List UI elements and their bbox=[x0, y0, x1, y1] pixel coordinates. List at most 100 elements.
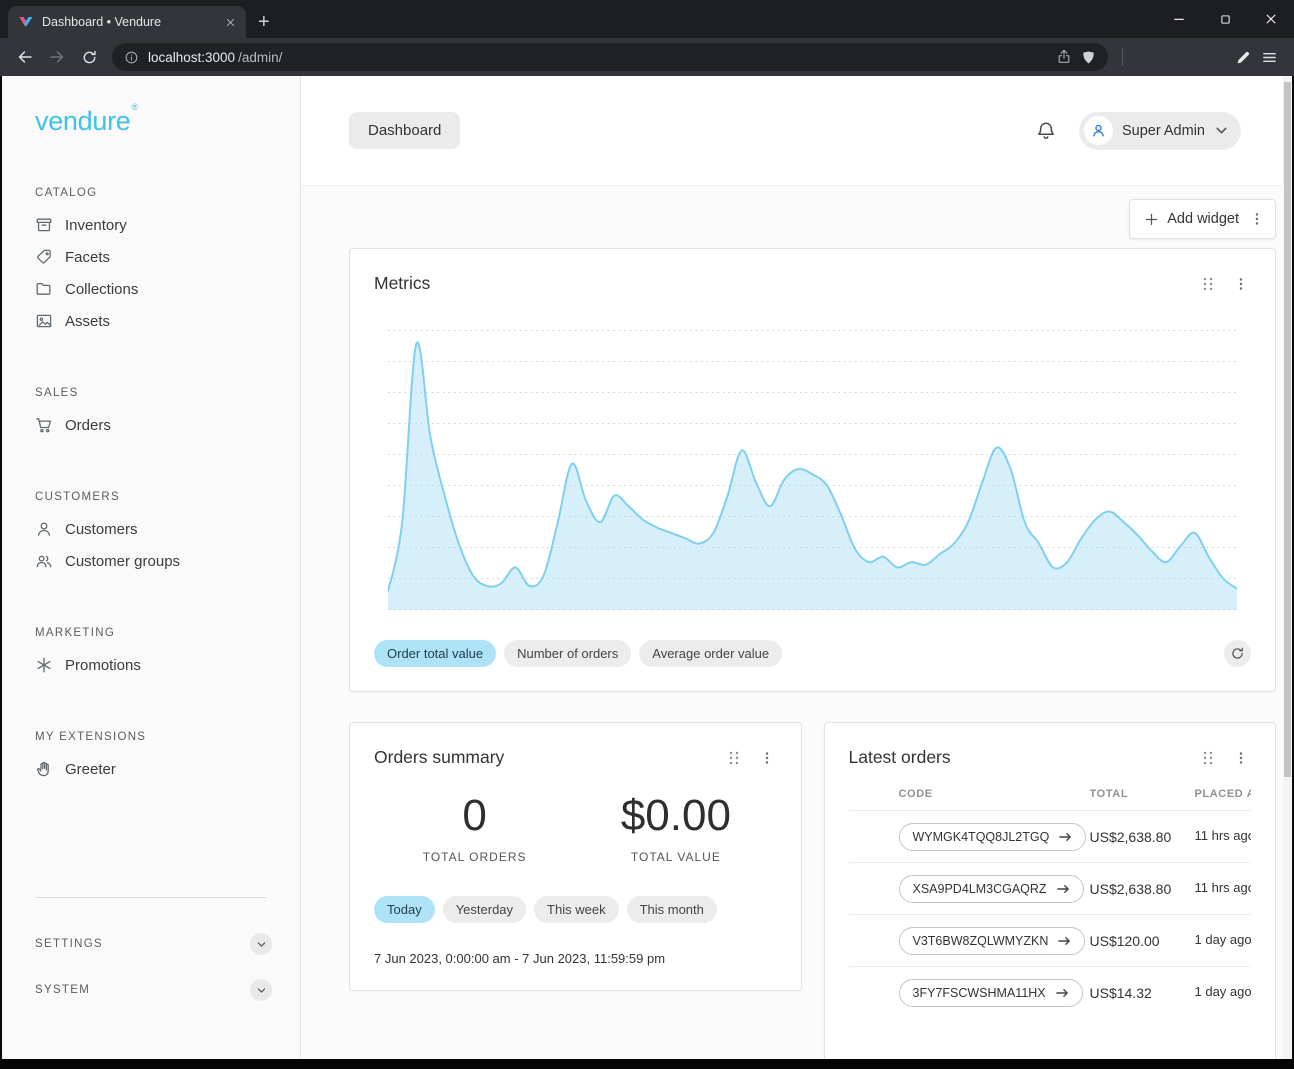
total-value-value: $0.00 bbox=[575, 794, 776, 838]
sidebar-item-settings[interactable]: SETTINGS bbox=[2, 928, 300, 960]
table-row: WYMGK4TQQ8JL2TGQ US$2,638.80 11 hrs ago bbox=[849, 810, 1252, 862]
sidebar-section-catalog: CATALOG Inventory Facets Collections Ass… bbox=[2, 187, 300, 337]
table-header-row: CODE TOTAL PLACED AT bbox=[849, 788, 1252, 810]
browser-menu-icon[interactable] bbox=[1254, 42, 1284, 72]
browser-titlebar: Dashboard • Vendure + bbox=[0, 0, 1294, 38]
avatar bbox=[1084, 116, 1113, 145]
site-info-icon[interactable] bbox=[124, 50, 139, 65]
sidebar-item-customer-groups[interactable]: Customer groups bbox=[2, 545, 300, 577]
brave-shield-icon[interactable] bbox=[1081, 50, 1096, 65]
new-tab-button[interactable]: + bbox=[258, 12, 270, 32]
range-yesterday[interactable]: Yesterday bbox=[443, 896, 526, 923]
range-this-month[interactable]: This month bbox=[627, 896, 717, 923]
range-today[interactable]: Today bbox=[374, 896, 435, 923]
sidebar-item-assets[interactable]: Assets bbox=[2, 305, 300, 337]
kebab-menu-icon[interactable] bbox=[1231, 274, 1251, 294]
dashboard-scroll-area: Add widget Metrics bbox=[301, 186, 1283, 1059]
latest-orders-title: Latest orders bbox=[849, 747, 951, 768]
column-placed-at: PLACED AT bbox=[1195, 788, 1252, 800]
sidebar-item-facets[interactable]: Facets bbox=[2, 241, 300, 273]
notifications-button[interactable] bbox=[1029, 114, 1063, 148]
sidebar-section-customers: CUSTOMERS Customers Customer groups bbox=[2, 491, 300, 577]
pencil-extension-icon[interactable] bbox=[1235, 49, 1252, 66]
user-menu-button[interactable]: Super Admin bbox=[1079, 112, 1241, 150]
customer-groups-icon bbox=[35, 552, 53, 570]
user-name: Super Admin bbox=[1122, 123, 1205, 139]
latest-orders-table: CODE TOTAL PLACED AT WYMGK4TQQ8JL2TGQ US… bbox=[849, 788, 1252, 1018]
assets-icon bbox=[35, 312, 53, 330]
section-label: SALES bbox=[35, 387, 300, 399]
column-total: TOTAL bbox=[1090, 788, 1195, 800]
chevron-down-icon[interactable] bbox=[250, 979, 272, 1001]
add-widget-kebab-icon[interactable] bbox=[1247, 209, 1267, 229]
range-this-week[interactable]: This week bbox=[534, 896, 619, 923]
sidebar-item-customers[interactable]: Customers bbox=[2, 513, 300, 545]
sidebar-section-marketing: MARKETING Promotions bbox=[2, 627, 300, 681]
tab-average-order-value[interactable]: Average order value bbox=[639, 640, 782, 667]
toolbar-separator bbox=[1122, 48, 1123, 66]
reload-button[interactable] bbox=[74, 42, 104, 72]
kebab-menu-icon[interactable] bbox=[1231, 748, 1251, 768]
greeter-icon bbox=[35, 760, 53, 778]
drag-handle-icon[interactable] bbox=[727, 749, 742, 767]
order-code-button[interactable]: V3T6BW8ZQLWMYZKN bbox=[899, 927, 1086, 955]
promotions-icon bbox=[35, 656, 53, 674]
collections-icon bbox=[35, 280, 53, 298]
order-code-button[interactable]: XSA9PD4LM3CGAQRZ bbox=[899, 875, 1084, 903]
order-code-button[interactable]: 3FY7FSCWSHMA11HX bbox=[899, 979, 1083, 1007]
main-content: Dashboard Super Admin bbox=[301, 76, 1283, 1059]
tab-number-of-orders[interactable]: Number of orders bbox=[504, 640, 631, 667]
total-value-label: TOTAL VALUE bbox=[575, 850, 776, 864]
plus-icon bbox=[1144, 212, 1159, 227]
sidebar-item-promotions[interactable]: Promotions bbox=[2, 649, 300, 681]
orders-summary-widget: Orders summary 0 TOTAL ORDERS bbox=[349, 722, 802, 991]
address-bar[interactable]: localhost:3000/admin/ bbox=[112, 43, 1108, 71]
total-value-stat: $0.00 TOTAL VALUE bbox=[575, 794, 776, 864]
back-button[interactable] bbox=[10, 42, 40, 72]
share-icon[interactable] bbox=[1056, 49, 1072, 65]
forward-button[interactable] bbox=[42, 42, 72, 72]
inventory-icon bbox=[35, 216, 53, 234]
section-label: CUSTOMERS bbox=[35, 491, 300, 503]
table-row: 3FY7FSCWSHMA11HX US$14.32 1 day ago bbox=[849, 966, 1252, 1018]
kebab-menu-icon[interactable] bbox=[757, 748, 777, 768]
section-label: MY EXTENSIONS bbox=[35, 731, 300, 743]
vendure-logo: vendure® bbox=[35, 106, 300, 137]
order-code-button[interactable]: WYMGK4TQQ8JL2TGQ bbox=[899, 823, 1087, 851]
drag-handle-icon[interactable] bbox=[1201, 749, 1216, 767]
scrollbar-thumb[interactable] bbox=[1284, 82, 1291, 777]
sidebar: vendure® CATALOG Inventory Facets Collec… bbox=[2, 76, 301, 1059]
dashboard-page-button[interactable]: Dashboard bbox=[349, 112, 460, 149]
section-label: MARKETING bbox=[35, 627, 300, 639]
sidebar-item-greeter[interactable]: Greeter bbox=[2, 753, 300, 785]
main-scrollbar[interactable] bbox=[1283, 76, 1292, 1059]
metrics-chart bbox=[388, 330, 1237, 610]
facets-icon bbox=[35, 248, 53, 266]
sidebar-item-system[interactable]: SYSTEM bbox=[2, 974, 300, 1006]
arrow-right-icon bbox=[1057, 884, 1070, 894]
browser-tab[interactable]: Dashboard • Vendure bbox=[8, 6, 246, 38]
sidebar-item-collections[interactable]: Collections bbox=[2, 273, 300, 305]
arrow-right-icon bbox=[1058, 936, 1071, 946]
drag-handle-icon[interactable] bbox=[1201, 275, 1216, 293]
tab-close-button[interactable] bbox=[221, 13, 239, 31]
date-range-text: 7 Jun 2023, 0:00:00 am - 7 Jun 2023, 11:… bbox=[374, 951, 777, 966]
close-button[interactable] bbox=[1248, 0, 1294, 38]
sidebar-item-orders[interactable]: Orders bbox=[2, 409, 300, 441]
sidebar-item-inventory[interactable]: Inventory bbox=[2, 209, 300, 241]
latest-orders-widget: Latest orders CODE TOTAL PLACED AT bbox=[824, 722, 1277, 1059]
url-path: /admin/ bbox=[238, 50, 282, 65]
chevron-down-icon[interactable] bbox=[250, 933, 272, 955]
total-orders-label: TOTAL ORDERS bbox=[374, 850, 575, 864]
metrics-chart-area bbox=[388, 330, 1237, 610]
sidebar-section-my-extensions: MY EXTENSIONS Greeter bbox=[2, 731, 300, 785]
refresh-button[interactable] bbox=[1224, 640, 1251, 667]
sidebar-divider bbox=[35, 897, 267, 898]
tab-order-total-value[interactable]: Order total value bbox=[374, 640, 496, 667]
sidebar-section-sales: SALES Orders bbox=[2, 387, 300, 441]
column-code: CODE bbox=[899, 788, 1090, 800]
add-widget-button[interactable]: Add widget bbox=[1129, 199, 1276, 239]
maximize-button[interactable] bbox=[1202, 0, 1248, 38]
url-host: localhost:3000 bbox=[148, 50, 235, 65]
minimize-button[interactable] bbox=[1156, 0, 1202, 38]
